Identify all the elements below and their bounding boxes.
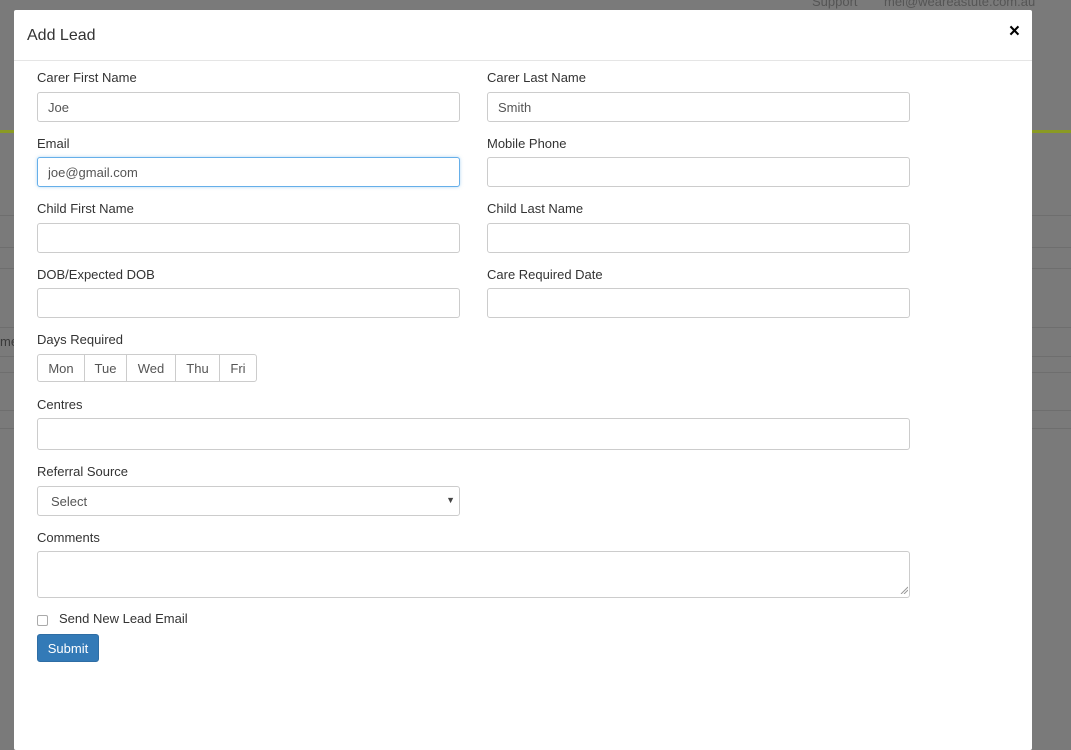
close-icon[interactable]: × (1009, 22, 1020, 41)
background-accent-bar (0, 130, 14, 133)
referral-source-select[interactable]: Select ▼ (37, 486, 460, 516)
child-last-name-input[interactable] (487, 223, 910, 253)
day-mon-button[interactable]: Mon (37, 354, 85, 382)
carer-first-name-label: Carer First Name (37, 70, 137, 85)
background-divider (1032, 327, 1071, 328)
child-first-name-input[interactable] (37, 223, 460, 253)
carer-last-name-label: Carer Last Name (487, 70, 586, 85)
background-divider (0, 410, 14, 411)
day-thu-button[interactable]: Thu (175, 354, 220, 382)
carer-first-name-input[interactable] (37, 92, 460, 122)
submit-button[interactable]: Submit (37, 634, 99, 662)
background-accent-bar (1032, 130, 1071, 133)
background-divider (0, 372, 14, 373)
centres-label: Centres (37, 397, 83, 412)
referral-source-label: Referral Source (37, 464, 129, 479)
background-divider (0, 327, 14, 328)
background-support-link: Support (812, 0, 858, 9)
send-email-label: Send New Lead Email (59, 611, 188, 626)
referral-source-value: Select (51, 493, 88, 509)
day-tue-button[interactable]: Tue (84, 354, 127, 382)
background-divider (1032, 247, 1071, 248)
background-divider (0, 428, 14, 429)
background-divider (0, 356, 14, 357)
background-divider (1032, 372, 1071, 373)
comments-label: Comments (37, 530, 100, 545)
modal-header: Add Lead × (14, 10, 1032, 61)
send-email-checkbox[interactable] (37, 615, 48, 626)
day-wed-button[interactable]: Wed (126, 354, 176, 382)
dropdown-arrow-icon: ▼ (446, 495, 455, 505)
email-field[interactable] (37, 157, 460, 187)
background-divider (0, 268, 14, 269)
care-required-date-input[interactable] (487, 288, 910, 318)
dob-input[interactable] (37, 288, 460, 318)
day-fri-button[interactable]: Fri (219, 354, 257, 382)
carer-last-name-input[interactable] (487, 92, 910, 122)
child-first-name-label: Child First Name (37, 201, 134, 216)
background-divider (1032, 215, 1071, 216)
dob-label: DOB/Expected DOB (37, 267, 155, 282)
background-divider (0, 215, 14, 216)
background-divider (1032, 356, 1071, 357)
resize-handle-icon[interactable] (900, 586, 908, 594)
mobile-phone-label: Mobile Phone (487, 136, 567, 151)
days-required-label: Days Required (37, 332, 123, 347)
background-user-menu: mel@weareastute.com.au (884, 0, 1036, 9)
care-required-date-label: Care Required Date (487, 267, 603, 282)
email-label: Email (37, 136, 70, 151)
comments-textarea[interactable] (37, 551, 910, 598)
background-divider (1032, 428, 1071, 429)
background-divider (1032, 268, 1071, 269)
background-divider (1032, 410, 1071, 411)
days-required-group: Mon Tue Wed Thu Fri (37, 354, 257, 382)
centres-input[interactable] (37, 418, 910, 450)
mobile-phone-input[interactable] (487, 157, 910, 187)
add-lead-modal: Add Lead × Carer First Name Carer Last N… (14, 10, 1032, 750)
background-divider (0, 247, 14, 248)
child-last-name-label: Child Last Name (487, 201, 584, 216)
modal-title: Add Lead (27, 27, 96, 44)
